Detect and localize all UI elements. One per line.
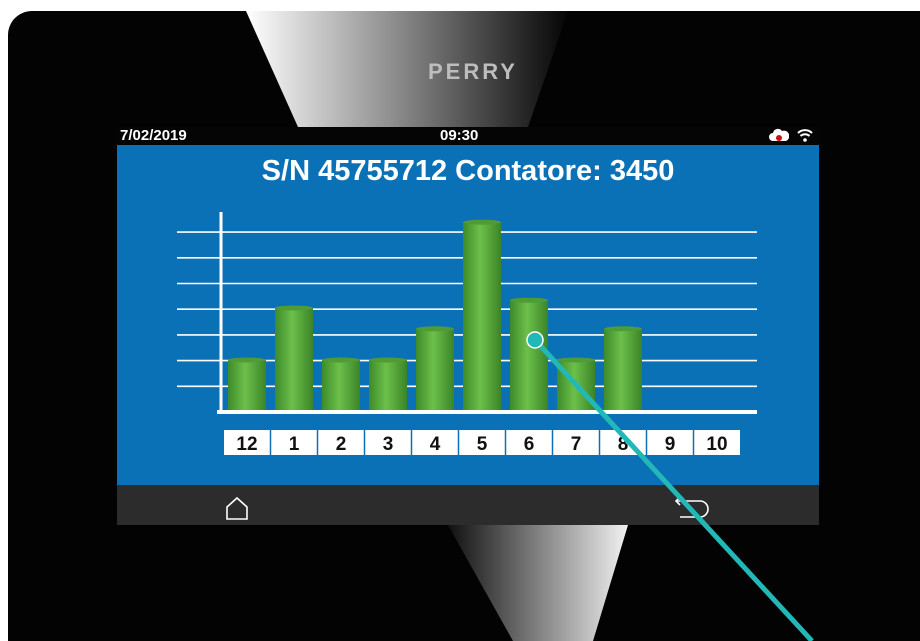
bar-cap-3 <box>369 357 407 363</box>
month-label: 1 <box>289 434 300 455</box>
month-label: 4 <box>430 434 441 455</box>
perry-logo: PERRY <box>428 59 518 84</box>
bar-cap-6 <box>510 297 548 303</box>
svg-text:PERRY: PERRY <box>428 59 518 84</box>
month-label: 3 <box>383 434 394 455</box>
bar-cap-7 <box>557 357 595 363</box>
home-icon[interactable] <box>222 495 252 521</box>
bar-8 <box>604 328 642 412</box>
bar-cap-2 <box>322 357 360 363</box>
bar-1 <box>275 308 313 412</box>
bar-12 <box>228 360 266 412</box>
month-label: 7 <box>571 434 582 455</box>
month-label: 5 <box>477 434 488 455</box>
bar-7 <box>557 360 595 412</box>
bar-4 <box>416 328 454 412</box>
month-label: 9 <box>665 434 676 455</box>
display-screen: 7/02/2019 09:30 S/N 45755712 Contatore: … <box>117 127 819 525</box>
bar-6 <box>510 300 548 412</box>
bar-3 <box>369 360 407 412</box>
bar-cap-1 <box>275 305 313 311</box>
month-label: 6 <box>524 434 535 455</box>
month-label: 2 <box>336 434 347 455</box>
back-icon[interactable] <box>670 495 714 521</box>
bar-cap-12 <box>228 357 266 363</box>
bar-cap-5 <box>463 219 501 225</box>
bar-5 <box>463 222 501 412</box>
bottom-navigation-bar <box>117 485 819 525</box>
month-label: 10 <box>706 434 727 455</box>
bar-cap-4 <box>416 326 454 332</box>
consumption-bar-chart: 12 1 2 3 4 5 6 7 8 9 10 <box>177 212 757 455</box>
month-label: 12 <box>236 434 257 455</box>
month-label: 8 <box>618 434 629 455</box>
bar-cap-8 <box>604 326 642 332</box>
bar-2 <box>322 360 360 412</box>
